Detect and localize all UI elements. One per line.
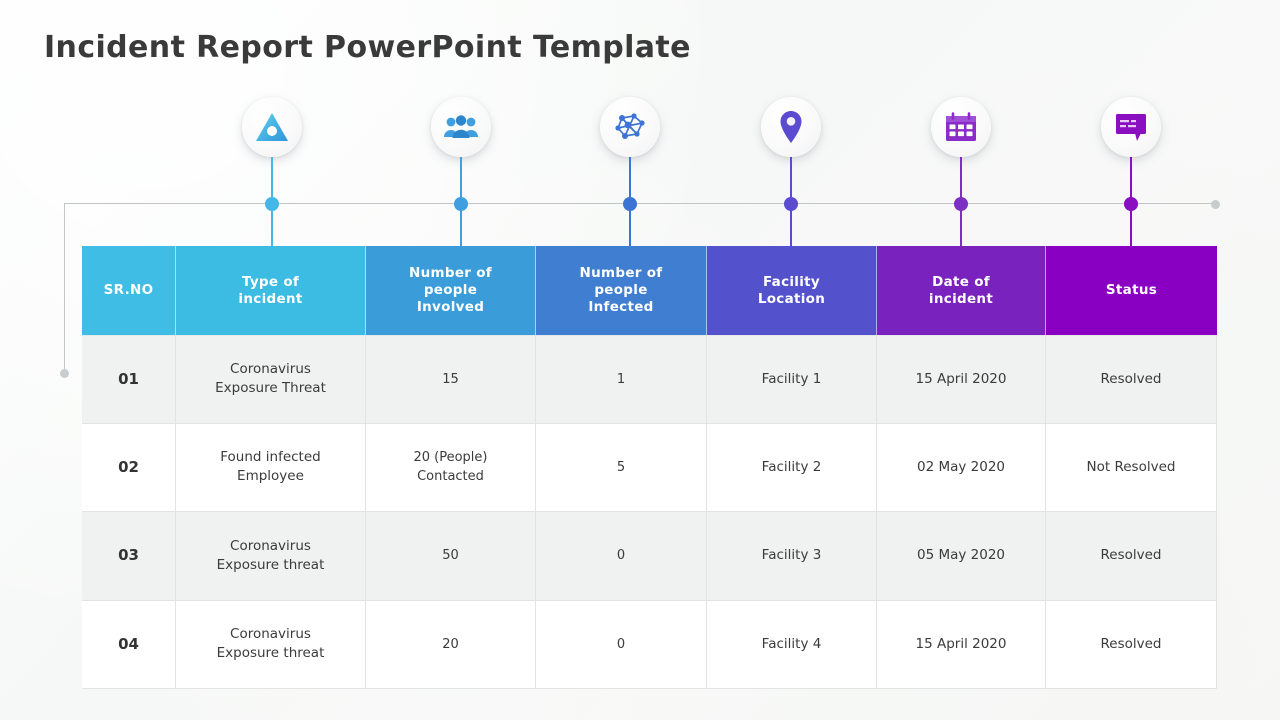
timeline-start-dot — [60, 369, 69, 378]
column-header-date-of-incident[interactable]: Date of incident — [877, 246, 1046, 335]
column-header-people-involved[interactable]: Number of people Involved — [366, 246, 536, 335]
cell-srno: 01 — [82, 335, 176, 424]
column-header-infected-line2: people — [594, 282, 648, 298]
cell-people-infected: 5 — [536, 423, 707, 512]
table-row[interactable]: 02 Found infected Employee 20 (People) C… — [82, 423, 1217, 512]
column-header-infected-line3: Infected — [588, 299, 654, 315]
cell-people-involved: 50 — [366, 512, 536, 601]
table-row[interactable]: 04 Coronavirus Exposure threat 20 0 Faci… — [82, 600, 1217, 689]
timeline-icon-circle-1[interactable] — [242, 97, 302, 157]
speech-bubble-icon — [1115, 112, 1147, 142]
cell-facility-location: Facility 4 — [707, 600, 877, 689]
cell-people-involved: 20 (People) Contacted — [366, 423, 536, 512]
cell-type-line2: Exposure threat — [216, 556, 325, 573]
cell-type-line1: Found infected — [220, 449, 321, 466]
cell-type-of-incident: Found infected Employee — [176, 423, 366, 512]
cell-type-of-incident: Coronavirus Exposure Threat — [176, 335, 366, 424]
column-header-date-line2: incident — [928, 290, 994, 307]
timeline-drop-5 — [960, 209, 962, 247]
column-header-facility-line2: Location — [757, 290, 826, 307]
cell-status: Resolved — [1046, 512, 1217, 601]
cell-involved-line2: Contacted — [417, 469, 484, 485]
column-header-type-line2: incident — [238, 290, 303, 307]
column-header-type-line1: Type of — [241, 273, 300, 290]
table-row[interactable]: 01 Coronavirus Exposure Threat 15 1 Faci… — [82, 335, 1217, 424]
cell-facility-location: Facility 2 — [707, 423, 877, 512]
cell-date-of-incident: 15 April 2020 — [877, 335, 1046, 424]
cell-people-infected: 0 — [536, 600, 707, 689]
cell-involved-line1: 50 — [442, 548, 459, 564]
incident-table: SR.NO Type of incident Number of people … — [82, 246, 1217, 689]
cell-involved-line1: 15 — [442, 371, 459, 387]
column-header-involved-line2: people — [423, 282, 478, 298]
cell-involved-line1: 20 (People) — [413, 450, 488, 466]
cell-facility-location: Facility 3 — [707, 512, 877, 601]
timeline-icon-circle-6[interactable] — [1101, 97, 1161, 157]
timeline-left-vertical-line — [64, 203, 65, 373]
timeline-icon-circle-4[interactable] — [761, 97, 821, 157]
cell-type-of-incident: Coronavirus Exposure threat — [176, 600, 366, 689]
cell-people-infected: 0 — [536, 512, 707, 601]
cell-status: Resolved — [1046, 600, 1217, 689]
cell-srno: 04 — [82, 600, 176, 689]
cell-type-line1: Coronavirus — [230, 361, 311, 378]
column-header-facility-line1: Facility — [762, 273, 821, 290]
molecule-network-icon — [613, 111, 647, 143]
column-header-srno[interactable]: SR.NO — [82, 246, 176, 335]
column-header-facility-location[interactable]: Facility Location — [707, 246, 877, 335]
table-body: 01 Coronavirus Exposure Threat 15 1 Faci… — [82, 335, 1217, 689]
cell-srno: 02 — [82, 423, 176, 512]
cell-type-line2: Exposure threat — [216, 645, 325, 662]
column-header-people-infected[interactable]: Number of people Infected — [536, 246, 707, 335]
timeline-drop-6 — [1130, 209, 1132, 247]
cell-involved-line1: 20 — [442, 636, 459, 652]
column-header-srno-line1: SR.NO — [103, 282, 154, 298]
cell-date-of-incident: 05 May 2020 — [877, 512, 1046, 601]
column-header-date-line1: Date of — [932, 273, 990, 290]
slide-canvas: Incident Report PowerPoint Template SR.N… — [0, 0, 1280, 720]
cell-date-of-incident: 02 May 2020 — [877, 423, 1046, 512]
cell-type-line1: Coronavirus — [230, 537, 311, 554]
cell-srno: 03 — [82, 512, 176, 601]
column-header-infected-line1: Number of — [579, 265, 663, 281]
cell-people-involved: 15 — [366, 335, 536, 424]
column-header-involved-line1: Number of — [408, 265, 492, 281]
column-header-status-line1: Status — [1105, 282, 1158, 298]
page-title: Incident Report PowerPoint Template — [44, 30, 691, 65]
timeline-icon-circle-5[interactable] — [931, 97, 991, 157]
cell-type-line1: Coronavirus — [230, 626, 311, 643]
calendar-icon — [945, 111, 977, 143]
people-group-icon — [443, 113, 479, 141]
timeline-horizontal-line — [64, 203, 1216, 204]
cell-facility-location: Facility 1 — [707, 335, 877, 424]
cell-people-infected: 1 — [536, 335, 707, 424]
location-pin-icon — [779, 110, 803, 144]
timeline-icon-circle-3[interactable] — [600, 97, 660, 157]
warning-triangle-icon — [255, 112, 289, 142]
timeline-icon-circle-2[interactable] — [431, 97, 491, 157]
timeline-drop-3 — [629, 209, 631, 247]
timeline-drop-4 — [790, 209, 792, 247]
cell-status: Resolved — [1046, 335, 1217, 424]
cell-people-involved: 20 — [366, 600, 536, 689]
timeline-end-dot — [1211, 200, 1220, 209]
cell-date-of-incident: 15 April 2020 — [877, 600, 1046, 689]
column-header-type-of-incident[interactable]: Type of incident — [176, 246, 366, 335]
cell-type-line2: Exposure Threat — [215, 380, 326, 397]
column-header-status[interactable]: Status — [1046, 246, 1217, 335]
cell-status: Not Resolved — [1046, 423, 1217, 512]
table-header-row: SR.NO Type of incident Number of people … — [82, 246, 1217, 335]
cell-type-line2: Employee — [237, 468, 304, 485]
timeline-drop-2 — [460, 209, 462, 247]
cell-type-of-incident: Coronavirus Exposure threat — [176, 512, 366, 601]
column-header-involved-line3: Involved — [416, 299, 485, 315]
table-row[interactable]: 03 Coronavirus Exposure threat 50 0 Faci… — [82, 512, 1217, 601]
timeline-drop-1 — [271, 209, 273, 247]
